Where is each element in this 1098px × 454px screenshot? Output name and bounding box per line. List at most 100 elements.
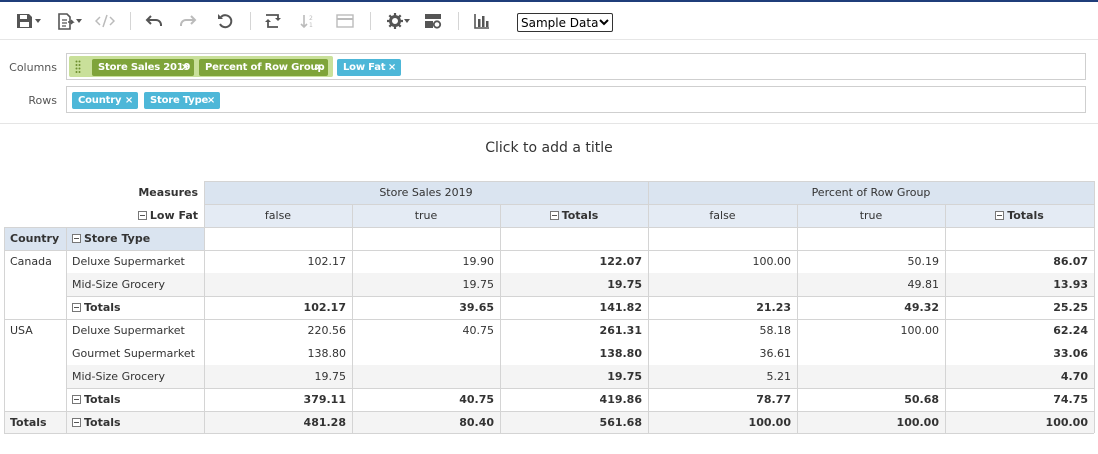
calculated-fields-icon	[425, 14, 442, 29]
store-type-cell[interactable]: Totals	[66, 388, 204, 411]
grid-line	[4, 250, 1094, 251]
subheader-false[interactable]: false	[204, 204, 352, 227]
dataset-select[interactable]: Sample Data	[517, 13, 613, 32]
columns-dropzone[interactable]: Store Sales 2019 × Percent of Row Group …	[66, 53, 1086, 80]
redo-button[interactable]	[176, 2, 200, 40]
store-type-cell[interactable]: Totals	[66, 296, 204, 319]
country-header[interactable]: Country	[4, 227, 66, 250]
value-cell: 58.18	[759, 324, 792, 337]
remove-chip-icon[interactable]: ×	[181, 59, 189, 76]
export-button[interactable]	[53, 2, 85, 40]
rows-dropzone[interactable]: Country × Store Type ×	[66, 86, 1086, 113]
remove-chip-icon[interactable]: ×	[315, 59, 323, 76]
section-divider	[0, 123, 1098, 124]
grid-line	[4, 433, 1094, 434]
grid-line	[204, 181, 205, 433]
collapse-icon[interactable]	[72, 418, 81, 427]
value-cell: 80.40	[459, 416, 494, 429]
value-cell: 40.75	[459, 393, 494, 406]
store-type-cell[interactable]: Deluxe Supermarket	[66, 319, 204, 342]
measure-header-store-sales[interactable]: Store Sales 2019	[204, 181, 648, 204]
column-chip-store-sales[interactable]: Store Sales 2019 ×	[92, 59, 194, 76]
column-chip-low-fat[interactable]: Low Fat ×	[337, 59, 401, 76]
rows-label: Rows	[28, 94, 57, 107]
collapse-icon[interactable]	[72, 234, 81, 243]
remove-chip-icon[interactable]: ×	[125, 92, 133, 109]
remove-chip-icon[interactable]: ×	[207, 92, 215, 109]
save-button[interactable]	[12, 2, 44, 40]
country-cell[interactable]: Canada	[4, 250, 66, 273]
collapse-icon[interactable]	[72, 303, 81, 312]
toolbar-separator	[130, 12, 131, 30]
subheader-totals[interactable]: Totals	[945, 204, 1094, 227]
collapse-icon[interactable]	[137, 211, 147, 220]
columns-label: Columns	[9, 61, 57, 74]
calculated-fields-button[interactable]	[421, 2, 445, 40]
collapse-icon[interactable]	[995, 211, 1005, 220]
value-cell: 21.23	[756, 301, 791, 314]
grid-line	[204, 181, 1094, 182]
value-cell: 19.90	[462, 255, 495, 268]
value-cell: 261.31	[599, 324, 642, 337]
value-cell: 220.56	[307, 324, 347, 337]
value-cell: 102.17	[303, 301, 346, 314]
dataset-select-value: Sample Data	[521, 15, 599, 30]
grid-line	[4, 227, 1094, 228]
value-cell	[797, 342, 945, 365]
grid-line	[66, 227, 67, 433]
toolbar-separator	[458, 12, 459, 30]
remove-chip-icon[interactable]: ×	[388, 59, 396, 76]
chart-button[interactable]	[470, 2, 494, 40]
value-cell	[648, 273, 797, 296]
value-cell: 100.00	[752, 255, 792, 268]
value-cell: 419.86	[599, 393, 642, 406]
undo-icon	[145, 15, 162, 26]
store-type-header[interactable]: Store Type	[66, 227, 204, 250]
store-type-cell[interactable]: Mid-Size Grocery	[66, 365, 204, 388]
reset-button[interactable]	[214, 2, 238, 40]
value-cell: 49.32	[904, 301, 939, 314]
value-cell: 5.21	[766, 370, 792, 383]
settings-button[interactable]	[383, 2, 413, 40]
subheader-true[interactable]: true	[797, 204, 945, 227]
collapse-icon[interactable]	[72, 395, 81, 404]
value-cell: 74.75	[1053, 393, 1088, 406]
format-icon	[336, 14, 354, 28]
toolbar: 21 Sample Data	[0, 2, 1098, 40]
store-type-cell[interactable]: Mid-Size Grocery	[66, 273, 204, 296]
grid-line	[1094, 181, 1095, 433]
sort-button[interactable]: 21	[297, 2, 321, 40]
toolbar-separator	[370, 12, 371, 30]
store-type-cell[interactable]: Deluxe Supermarket	[66, 250, 204, 273]
store-type-cell[interactable]: Gourmet Supermarket	[66, 342, 204, 365]
swap-axes-button[interactable]	[261, 2, 285, 40]
svg-text:1: 1	[309, 22, 313, 29]
store-type-cell[interactable]: Totals	[66, 411, 204, 434]
value-cell: 561.68	[599, 416, 642, 429]
country-cell[interactable]: Totals	[4, 411, 66, 434]
grid-line	[66, 388, 1094, 389]
value-cell	[352, 365, 500, 388]
undo-button[interactable]	[142, 2, 166, 40]
country-cell[interactable]: USA	[4, 319, 66, 342]
value-cell: 138.80	[307, 347, 347, 360]
grid-line	[945, 204, 946, 433]
chevron-down-icon	[75, 19, 82, 23]
column-chip-percent-row-group[interactable]: Percent of Row Group ×	[199, 59, 328, 76]
subheader-false[interactable]: false	[648, 204, 797, 227]
collapse-icon[interactable]	[549, 211, 559, 220]
embed-code-button[interactable]	[93, 2, 117, 40]
value-cell: 19.75	[314, 370, 347, 383]
lowfat-header[interactable]: Low Fat	[66, 204, 204, 227]
value-cell: 19.75	[607, 370, 642, 383]
format-button[interactable]	[333, 2, 357, 40]
subheader-true[interactable]: true	[352, 204, 500, 227]
drag-handle-icon[interactable]	[75, 60, 81, 73]
measure-header-percent[interactable]: Percent of Row Group	[648, 181, 1094, 204]
grid-title[interactable]: Click to add a title	[0, 140, 1098, 156]
row-chip-country[interactable]: Country ×	[72, 92, 138, 109]
row-chip-store-type[interactable]: Store Type ×	[144, 92, 220, 109]
subheader-totals[interactable]: Totals	[500, 204, 648, 227]
value-cell: 100.00	[900, 324, 940, 337]
value-cell: 19.75	[607, 278, 642, 291]
